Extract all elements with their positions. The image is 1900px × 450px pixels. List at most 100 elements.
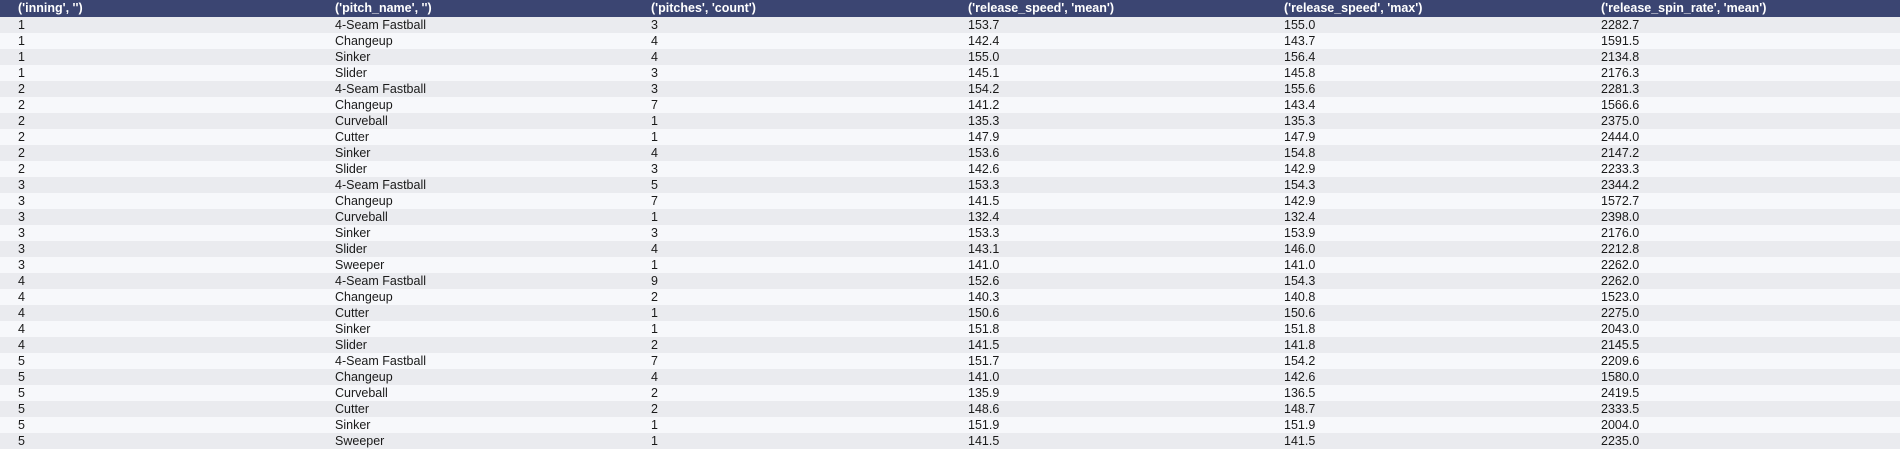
pitch-count-cell: 7 [633,193,950,209]
speed-mean-cell: 153.3 [950,225,1266,241]
pitch-name-cell: Slider [317,337,633,353]
table-row: 2 Slider 3 142.6 142.9 2233.3 [0,161,1900,177]
spin-rate-mean-cell: 2333.5 [1583,401,1900,417]
pitch-name-cell: Slider [317,161,633,177]
column-header-release-speed-max[interactable]: ('release_speed', 'max') [1266,0,1583,17]
inning-cell: 2 [0,129,317,145]
speed-mean-cell: 141.5 [950,193,1266,209]
speed-mean-cell: 143.1 [950,241,1266,257]
table-row: 5 Sweeper 1 141.5 141.5 2235.0 [0,433,1900,449]
column-header-inning[interactable]: ('inning', '') [0,0,317,17]
spin-rate-mean-cell: 2209.6 [1583,353,1900,369]
inning-cell: 4 [0,305,317,321]
pitch-count-cell: 3 [633,161,950,177]
table-row: 4 Sinker 1 151.8 151.8 2043.0 [0,321,1900,337]
pitch-name-cell: 4-Seam Fastball [317,81,633,97]
table-row: 3 Changeup 7 141.5 142.9 1572.7 [0,193,1900,209]
speed-mean-cell: 142.4 [950,33,1266,49]
inning-cell: 3 [0,193,317,209]
table-row: 4 Cutter 1 150.6 150.6 2275.0 [0,305,1900,321]
pitch-name-cell: Changeup [317,97,633,113]
table-body: 1 4-Seam Fastball 3 153.7 155.0 2282.7 1 Change… [0,17,1900,449]
pitch-name-cell: Cutter [317,401,633,417]
spin-rate-mean-cell: 2262.0 [1583,257,1900,273]
inning-cell: 5 [0,417,317,433]
table-row: 2 Curveball 1 135.3 135.3 2375.0 [0,113,1900,129]
table-row: 3 Sweeper 1 141.0 141.0 2262.0 [0,257,1900,273]
speed-max-cell: 151.8 [1266,321,1583,337]
speed-mean-cell: 142.6 [950,161,1266,177]
pitch-count-cell: 1 [633,433,950,449]
pitch-count-cell: 1 [633,113,950,129]
inning-cell: 3 [0,257,317,273]
spin-rate-mean-cell: 2444.0 [1583,129,1900,145]
pitch-count-cell: 2 [633,337,950,353]
speed-max-cell: 145.8 [1266,65,1583,81]
speed-mean-cell: 148.6 [950,401,1266,417]
pitch-count-cell: 3 [633,81,950,97]
inning-cell: 4 [0,321,317,337]
speed-max-cell: 151.9 [1266,417,1583,433]
pitch-name-cell: Sinker [317,225,633,241]
inning-cell: 2 [0,145,317,161]
inning-cell: 5 [0,353,317,369]
spin-rate-mean-cell: 2004.0 [1583,417,1900,433]
speed-mean-cell: 140.3 [950,289,1266,305]
pitch-count-cell: 7 [633,97,950,113]
column-header-release-spin-rate-mean[interactable]: ('release_spin_rate', 'mean') [1583,0,1900,17]
speed-mean-cell: 135.9 [950,385,1266,401]
pitch-name-cell: Changeup [317,369,633,385]
table-header: ('inning', '') ('pitch_name', '') ('pitc… [0,0,1900,17]
pitch-name-cell: 4-Seam Fastball [317,273,633,289]
spin-rate-mean-cell: 2282.7 [1583,17,1900,33]
speed-mean-cell: 150.6 [950,305,1266,321]
table-row: 2 Cutter 1 147.9 147.9 2444.0 [0,129,1900,145]
inning-cell: 5 [0,433,317,449]
spin-rate-mean-cell: 1523.0 [1583,289,1900,305]
speed-max-cell: 155.0 [1266,17,1583,33]
inning-cell: 4 [0,289,317,305]
pitch-count-cell: 3 [633,65,950,81]
inning-cell: 3 [0,209,317,225]
speed-max-cell: 155.6 [1266,81,1583,97]
table-row: 1 4-Seam Fastball 3 153.7 155.0 2282.7 [0,17,1900,33]
speed-mean-cell: 141.5 [950,433,1266,449]
speed-mean-cell: 135.3 [950,113,1266,129]
spin-rate-mean-cell: 2212.8 [1583,241,1900,257]
inning-cell: 1 [0,17,317,33]
speed-mean-cell: 151.7 [950,353,1266,369]
pitch-count-cell: 1 [633,417,950,433]
speed-max-cell: 142.9 [1266,193,1583,209]
speed-max-cell: 153.9 [1266,225,1583,241]
table-row: 5 Curveball 2 135.9 136.5 2419.5 [0,385,1900,401]
spin-rate-mean-cell: 2262.0 [1583,273,1900,289]
speed-max-cell: 143.7 [1266,33,1583,49]
inning-cell: 3 [0,177,317,193]
inning-cell: 3 [0,241,317,257]
spin-rate-mean-cell: 2134.8 [1583,49,1900,65]
column-header-release-speed-mean[interactable]: ('release_speed', 'mean') [950,0,1266,17]
pitch-count-cell: 4 [633,33,950,49]
speed-mean-cell: 155.0 [950,49,1266,65]
inning-cell: 5 [0,369,317,385]
speed-max-cell: 146.0 [1266,241,1583,257]
header-row: ('inning', '') ('pitch_name', '') ('pitc… [0,0,1900,17]
spin-rate-mean-cell: 2176.0 [1583,225,1900,241]
inning-cell: 2 [0,81,317,97]
pitch-name-cell: Changeup [317,193,633,209]
pitch-count-cell: 4 [633,145,950,161]
spin-rate-mean-cell: 1572.7 [1583,193,1900,209]
speed-mean-cell: 141.0 [950,257,1266,273]
table-row: 5 Sinker 1 151.9 151.9 2004.0 [0,417,1900,433]
speed-mean-cell: 145.1 [950,65,1266,81]
speed-max-cell: 154.3 [1266,273,1583,289]
column-header-pitch-name[interactable]: ('pitch_name', '') [317,0,633,17]
table-row: 3 4-Seam Fastball 5 153.3 154.3 2344.2 [0,177,1900,193]
table-row: 1 Sinker 4 155.0 156.4 2134.8 [0,49,1900,65]
inning-cell: 1 [0,65,317,81]
pitch-name-cell: 4-Seam Fastball [317,177,633,193]
inning-cell: 3 [0,225,317,241]
pitch-count-cell: 4 [633,241,950,257]
pitch-name-cell: 4-Seam Fastball [317,17,633,33]
column-header-pitches-count[interactable]: ('pitches', 'count') [633,0,950,17]
